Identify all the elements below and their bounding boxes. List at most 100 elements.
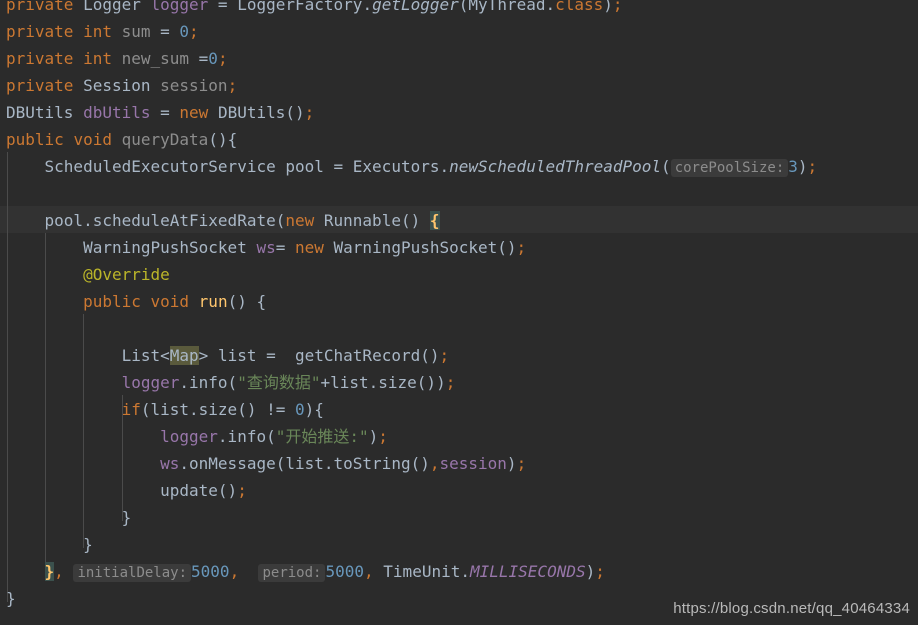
code-line[interactable]: private Session session; — [0, 72, 237, 99]
code-line[interactable]: ws.onMessage(list.toString(),session); — [0, 450, 526, 477]
code-line[interactable]: if(list.size() != 0){ — [0, 396, 324, 423]
code-token: void — [150, 292, 199, 311]
code-token: LoggerFactory — [237, 0, 363, 14]
code-line[interactable]: logger.info("查询数据"+list.size()); — [0, 369, 456, 396]
code-token: ; — [304, 103, 315, 122]
code-token: void — [73, 130, 122, 149]
code-token: . — [362, 0, 373, 14]
code-token: , — [364, 562, 374, 581]
code-line[interactable] — [0, 315, 6, 342]
code-token: WarningPushSocket() — [333, 238, 517, 257]
code-line[interactable]: } — [0, 531, 93, 558]
code-token: ) — [368, 427, 379, 446]
code-token: } — [6, 508, 132, 527]
code-line[interactable]: private int new_sum =0; — [0, 45, 228, 72]
code-line[interactable]: public void queryData(){ — [0, 126, 237, 153]
code-token: Logger — [83, 0, 151, 14]
code-token: WarningPushSocket — [6, 238, 257, 257]
code-token: Map — [169, 346, 199, 365]
code-token: ; — [445, 373, 456, 392]
code-line[interactable]: } — [0, 504, 132, 531]
code-token: session — [160, 76, 228, 95]
code-token: class — [555, 0, 604, 14]
code-token: period: — [258, 564, 326, 582]
code-token: logger — [160, 427, 218, 446]
code-token: ; — [227, 76, 238, 95]
code-token: () { — [227, 292, 267, 311]
code-token: new — [285, 211, 324, 230]
code-token: = — [275, 238, 295, 257]
code-token: TimeUnit — [373, 562, 461, 581]
code-token: dbUtils — [83, 103, 151, 122]
code-token: ; — [439, 346, 450, 365]
code-line[interactable]: update(); — [0, 477, 247, 504]
code-token: ; — [612, 0, 623, 14]
code-token: private — [6, 0, 84, 14]
code-token: ) — [506, 454, 517, 473]
code-token: public — [6, 292, 151, 311]
code-token: ScheduledExecutorService pool = Executor… — [6, 157, 440, 176]
code-line[interactable]: DBUtils dbUtils = new DBUtils(); — [0, 99, 314, 126]
code-token: DBUtils — [6, 103, 84, 122]
code-line[interactable]: List<Map> list = getChatRecord(); — [0, 342, 449, 369]
code-token: ; — [217, 49, 228, 68]
code-token: getLogger — [372, 0, 459, 14]
code-token: ) — [797, 157, 808, 176]
code-token: pool.scheduleAtFixedRate( — [6, 211, 286, 230]
code-editor[interactable]: private Logger logger = LoggerFactory.ge… — [0, 0, 918, 625]
code-token: = — [150, 103, 180, 122]
code-token: logger — [121, 373, 180, 392]
code-token: , — [229, 562, 240, 581]
code-line[interactable]: @Override — [0, 261, 170, 288]
code-token: Runnable() — [323, 211, 430, 230]
code-token: (list.size() != — [140, 400, 295, 419]
code-line[interactable]: private int sum = 0; — [0, 18, 199, 45]
code-token: private — [6, 76, 84, 95]
code-token: . — [460, 562, 470, 581]
code-token: sum — [121, 22, 151, 41]
code-line[interactable]: logger.info("开始推送:"); — [0, 423, 388, 450]
code-token: > list = getChatRecord() — [198, 346, 440, 365]
code-token: +list.size()) — [320, 373, 446, 392]
code-line[interactable]: pool.scheduleAtFixedRate(new Runnable() … — [0, 207, 440, 234]
code-line[interactable]: WarningPushSocket ws= new WarningPushSoc… — [0, 234, 526, 261]
code-token: } — [6, 589, 16, 608]
code-token: update() — [6, 481, 238, 500]
code-token: int — [83, 22, 122, 41]
code-token: 0 — [208, 49, 218, 68]
code-line[interactable]: }, initialDelay: 5000, period: 5000, TimeU… — [0, 558, 605, 585]
code-line[interactable]: } — [0, 585, 16, 612]
code-line[interactable]: public void run() { — [0, 288, 266, 315]
code-token: ){ — [304, 400, 324, 419]
code-token: ; — [237, 481, 247, 500]
code-token: run — [198, 292, 228, 311]
code-line[interactable]: ScheduledExecutorService pool = Executor… — [0, 153, 817, 180]
code-token: ( — [661, 157, 671, 176]
code-token: session — [439, 454, 507, 473]
code-token: "查询数据" — [237, 373, 321, 392]
code-token: ; — [595, 562, 605, 581]
code-token: 0 — [179, 22, 190, 41]
code-token: corePoolSize: — [670, 159, 789, 177]
code-token: ws — [160, 454, 180, 473]
code-token: } — [44, 562, 55, 581]
code-token: MILLISECONDS — [470, 562, 586, 581]
code-token: (MyThread. — [458, 0, 556, 14]
code-token: logger — [150, 0, 209, 14]
code-token: List< — [6, 346, 170, 365]
code-token: new — [179, 103, 218, 122]
code-line[interactable] — [0, 180, 6, 207]
code-token: 3 — [788, 157, 798, 176]
code-token: ; — [516, 454, 527, 473]
code-token: private — [6, 22, 84, 41]
code-token: ; — [516, 238, 527, 257]
code-line[interactable]: private Logger logger = LoggerFactory.ge… — [0, 0, 623, 18]
code-token: .info( — [179, 373, 238, 392]
